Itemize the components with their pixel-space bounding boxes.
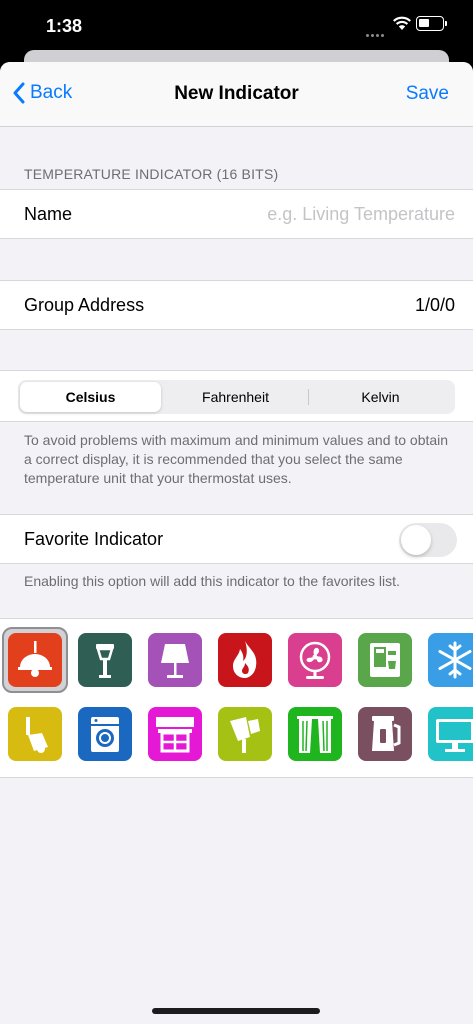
name-label: Name <box>24 204 73 224</box>
curtains-icon[interactable] <box>288 707 342 761</box>
awning-window-icon[interactable] <box>148 707 202 761</box>
group-address-row[interactable]: Group Address 1/0/0 <box>0 280 473 330</box>
signal-icon <box>366 24 386 42</box>
wall-spotlight-icon[interactable] <box>218 707 272 761</box>
favorite-footer: Enabling this option will add this indic… <box>24 573 400 589</box>
street-lamp-icon[interactable] <box>78 633 132 687</box>
favorite-row: Favorite Indicator <box>0 514 473 564</box>
fire-icon[interactable] <box>218 633 272 687</box>
page-title: New Indicator <box>174 83 299 104</box>
status-bar: 1:38 <box>0 0 473 52</box>
unit-footer: To avoid problems with maximum and minim… <box>24 432 449 486</box>
section-header: TEMPERATURE INDICATOR (16 BITS) <box>24 166 279 182</box>
washing-machine-icon[interactable] <box>78 707 132 761</box>
table-lamp-icon[interactable] <box>148 633 202 687</box>
wifi-icon <box>392 15 412 36</box>
name-input[interactable]: e.g. Living Temperature <box>267 204 455 225</box>
kettle-icon[interactable] <box>358 707 412 761</box>
favorite-label: Favorite Indicator <box>24 529 164 549</box>
monitor-icon[interactable] <box>428 707 473 761</box>
group-address-value[interactable]: 1/0/0 <box>415 295 455 316</box>
segment-celsius[interactable]: Celsius <box>20 382 161 412</box>
snowflake-icon[interactable] <box>428 633 473 687</box>
segment-divider <box>308 389 309 405</box>
segment-kelvin[interactable]: Kelvin <box>310 382 451 412</box>
group-address-label: Group Address <box>24 295 145 315</box>
name-row[interactable]: Name e.g. Living Temperature <box>0 189 473 239</box>
status-time: 1:38 <box>46 16 83 36</box>
unit-segmented-control[interactable]: Celsius Fahrenheit Kelvin <box>18 380 455 414</box>
save-button[interactable]: Save <box>406 83 449 105</box>
home-indicator <box>152 1008 320 1014</box>
ceiling-lamp-icon[interactable] <box>8 633 62 687</box>
favorite-toggle[interactable] <box>399 523 457 557</box>
modal-sheet: Back New Indicator Save TEMPERATURE INDI… <box>0 62 473 1024</box>
spotlight-icon[interactable] <box>8 707 62 761</box>
navigation-bar: Back New Indicator Save <box>0 62 473 127</box>
icon-picker <box>0 618 473 778</box>
unit-row: Celsius Fahrenheit Kelvin <box>0 370 473 422</box>
toggle-knob <box>401 525 431 555</box>
battery-icon <box>416 16 447 31</box>
coffee-machine-icon[interactable] <box>358 633 412 687</box>
segment-fahrenheit[interactable]: Fahrenheit <box>165 382 306 412</box>
fan-icon[interactable] <box>288 633 342 687</box>
